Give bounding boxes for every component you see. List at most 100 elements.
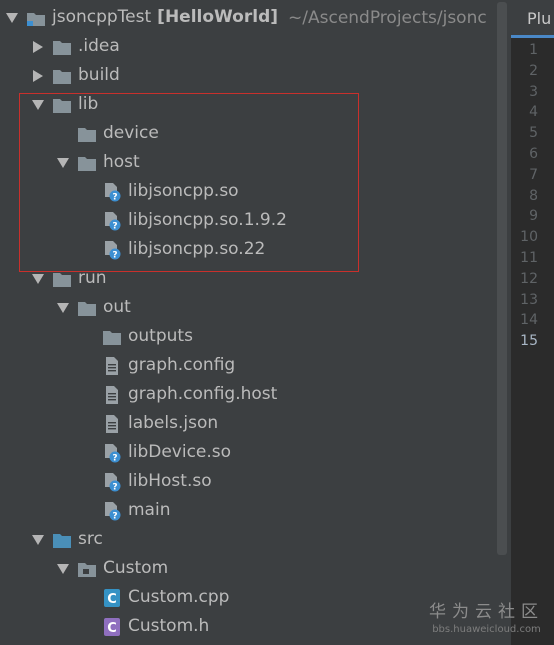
tree-item-label: build: [78, 65, 120, 85]
folder-icon: [52, 270, 72, 288]
source-folder-icon: [52, 531, 72, 549]
tree-item-out[interactable]: out: [57, 293, 131, 322]
text-file-icon: [102, 385, 122, 404]
tree-item-label: main: [128, 500, 171, 520]
unknown-file-icon: ?: [102, 443, 122, 463]
chevron-down-icon[interactable]: [32, 99, 44, 111]
folder-icon: [52, 38, 72, 56]
chevron-down-icon[interactable]: [57, 563, 69, 575]
tree-item-custom-cpp[interactable]: C Custom.cpp: [82, 583, 229, 612]
folder-icon: [52, 67, 72, 85]
svg-text:?: ?: [112, 511, 117, 521]
tree-item-label: Custom: [103, 558, 169, 578]
line-number: 9: [529, 208, 538, 225]
watermark-text: 华为云社区: [429, 602, 544, 622]
line-number: 11: [520, 250, 538, 266]
tree-item-label: out: [103, 297, 131, 317]
tree-item-graph-config[interactable]: graph.config: [82, 351, 235, 380]
watermark-url: bbs.huaweicloud.com: [432, 624, 541, 635]
folder-icon: [52, 96, 72, 114]
tree-item-label: lib: [78, 94, 99, 114]
tree-item-libjsoncpp-so[interactable]: ? libjsoncpp.so: [82, 177, 239, 206]
tree-item-outputs[interactable]: outputs: [82, 322, 193, 351]
watermark: 华为云社区 bbs.huaweicloud.com: [429, 597, 544, 635]
tree-item-label: libjsoncpp.so.22: [128, 239, 266, 259]
tree-item-label: .idea: [78, 36, 120, 56]
tree-item-graph-config-host[interactable]: graph.config.host: [82, 380, 277, 409]
chevron-right-icon[interactable]: [32, 40, 44, 53]
editor-tab[interactable]: Plu: [511, 0, 554, 38]
tree-item-custom[interactable]: Custom: [57, 554, 168, 583]
folder-icon: [77, 125, 97, 143]
svg-text:C: C: [107, 592, 117, 607]
project-root-row[interactable]: jsoncppTest [HelloWorld] ~/AscendProject…: [6, 3, 487, 32]
tree-item-label: host: [103, 152, 140, 172]
chevron-down-icon[interactable]: [6, 12, 18, 24]
tree-item--idea[interactable]: .idea: [32, 32, 120, 61]
chevron-down-icon[interactable]: [32, 534, 44, 546]
folder-icon: [77, 299, 97, 317]
line-number: 3: [529, 83, 538, 100]
tree-item-device[interactable]: device: [57, 119, 159, 148]
line-number: 14: [520, 312, 538, 329]
tree-item-label: Custom.cpp: [128, 587, 230, 607]
unknown-file-icon: ?: [102, 211, 122, 231]
line-number: 2: [529, 62, 538, 79]
tree-item-libdevice-so[interactable]: ? libDevice.so: [82, 438, 231, 467]
line-number: 7: [529, 166, 538, 183]
tree-item-label: outputs: [128, 326, 193, 346]
tree-item-label: graph.config: [128, 355, 236, 375]
line-number: 12: [520, 270, 538, 287]
project-path: ~/AscendProjects/jsonc: [288, 7, 487, 28]
line-number: 4: [529, 104, 538, 121]
tree-item-libjsoncpp-so-22[interactable]: ? libjsoncpp.so.22: [82, 235, 265, 264]
svg-text:?: ?: [112, 221, 117, 231]
tree-scrollbar[interactable]: [497, 2, 507, 555]
tree-item-label: labels.json: [128, 413, 219, 433]
tree-item-host[interactable]: host: [57, 148, 140, 177]
line-number: 8: [529, 187, 538, 204]
svg-text:C: C: [107, 621, 117, 636]
chevron-down-icon[interactable]: [32, 273, 44, 285]
unknown-file-icon: ?: [102, 501, 122, 521]
chevron-down-icon[interactable]: [57, 302, 69, 314]
tree-item-src[interactable]: src: [32, 525, 103, 554]
svg-text:?: ?: [112, 192, 117, 202]
line-number: 13: [520, 291, 538, 308]
svg-text:?: ?: [112, 482, 117, 492]
module-folder-icon: [26, 9, 46, 27]
line-number: 5: [529, 125, 538, 142]
project-tree-panel: jsoncppTest [HelloWorld] ~/AscendProject…: [0, 0, 507, 645]
tree-item-custom-h[interactable]: C Custom.h: [82, 612, 209, 641]
tree-item-label: libDevice.so: [128, 442, 232, 462]
tree-item-libhost-so[interactable]: ? libHost.so: [82, 467, 212, 496]
tree-item-run[interactable]: run: [32, 264, 107, 293]
folder-icon: [102, 328, 122, 346]
cpp-file-icon: C: [102, 588, 122, 607]
tree-item-build[interactable]: build: [32, 61, 120, 90]
tree-item-libjsoncpp-so-1-9-2[interactable]: ? libjsoncpp.so.1.9.2: [82, 206, 287, 235]
tree-item-lib[interactable]: lib: [32, 90, 98, 119]
unknown-file-icon: ?: [102, 240, 122, 260]
line-number: 10: [520, 229, 538, 246]
chevron-down-icon[interactable]: [57, 157, 69, 169]
tree-item-label: run: [78, 268, 107, 288]
tree-item-labels-json[interactable]: labels.json: [82, 409, 218, 438]
line-number: 1: [529, 42, 538, 58]
tree-item-label: Custom.h: [128, 616, 210, 636]
project-module: [HelloWorld]: [157, 7, 279, 27]
tree-item-label: src: [78, 529, 103, 549]
svg-text:?: ?: [112, 453, 117, 463]
chevron-right-icon[interactable]: [32, 69, 44, 82]
tree-item-main[interactable]: ? main: [82, 496, 170, 525]
line-number: 6: [529, 146, 538, 162]
